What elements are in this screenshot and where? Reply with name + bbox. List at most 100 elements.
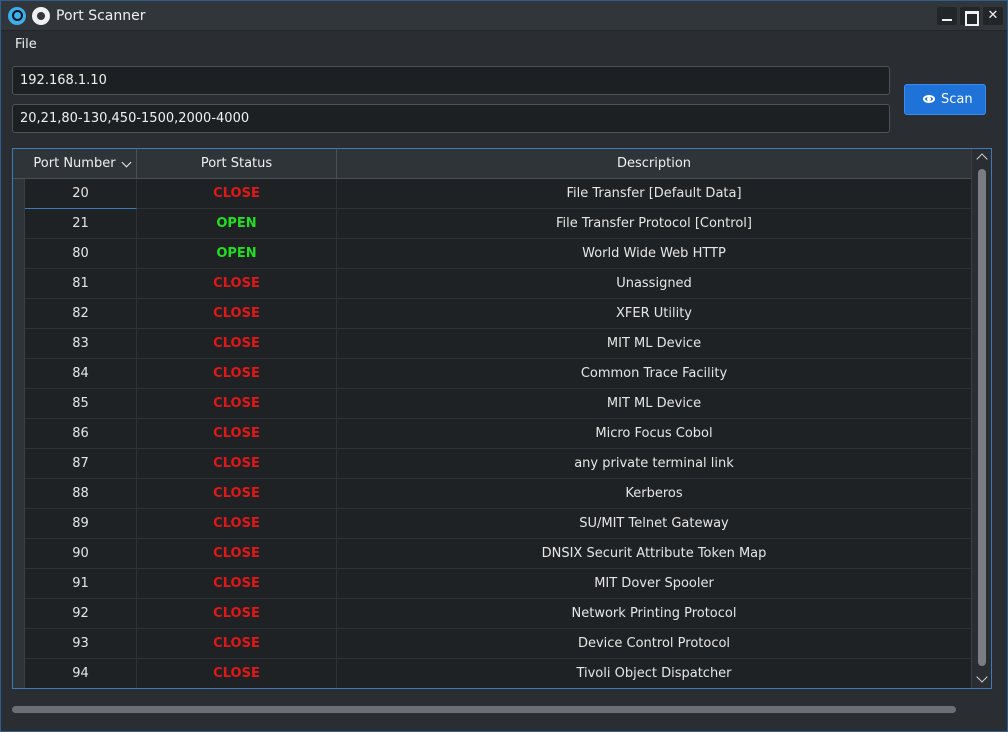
cell-port-number: 92 <box>25 599 137 629</box>
table-row[interactable]: 93 CLOSE Device Control Protocol <box>13 629 971 659</box>
eye-icon <box>923 95 935 103</box>
cell-description: any private terminal link <box>574 456 734 471</box>
scroll-up-arrow-icon[interactable] <box>976 153 988 165</box>
sort-chevron-down-icon <box>121 157 132 168</box>
maximize-button[interactable] <box>960 7 980 26</box>
scan-button-label: Scan <box>941 92 973 107</box>
row-header[interactable] <box>13 269 25 299</box>
cell-port-status: CLOSE <box>137 419 337 449</box>
scan-button[interactable]: Scan <box>904 84 986 115</box>
cell-description: File Transfer [Default Data] <box>566 186 742 201</box>
table-row[interactable]: 91 CLOSE MIT Dover Spooler <box>13 569 971 599</box>
table-row[interactable]: 84 CLOSE Common Trace Facility <box>13 359 971 389</box>
row-header[interactable] <box>13 479 25 509</box>
pin-icon[interactable] <box>32 7 50 25</box>
row-header[interactable] <box>13 179 25 209</box>
table-row[interactable]: 83 CLOSE MIT ML Device <box>13 329 971 359</box>
cell-port-number: 89 <box>25 509 137 539</box>
cell-description: Micro Focus Cobol <box>595 426 713 441</box>
cell-port-status: CLOSE <box>137 659 337 688</box>
row-header[interactable] <box>13 599 25 629</box>
table-row[interactable]: 21 OPEN File Transfer Protocol [Control] <box>13 209 971 239</box>
row-header[interactable] <box>13 329 25 359</box>
row-header[interactable] <box>13 569 25 599</box>
menu-bar: File <box>1 32 1007 58</box>
cell-port-number: 94 <box>25 659 137 688</box>
table-row[interactable]: 87 CLOSE any private terminal link <box>13 449 971 479</box>
cell-description: Network Printing Protocol <box>571 606 737 621</box>
cell-description: Kerberos <box>625 486 683 501</box>
table-row[interactable]: 90 CLOSE DNSIX Securit Attribute Token Map <box>13 539 971 569</box>
cell-port-status: CLOSE <box>137 329 337 359</box>
port-scanner-window: Port Scanner ✕ File 192.168.1.10 20,21,8… <box>0 0 1008 732</box>
ports-table[interactable]: Port Number Port Status Description 20 CL… <box>12 148 992 689</box>
row-header[interactable] <box>13 539 25 569</box>
vertical-scrollbar[interactable] <box>971 149 991 688</box>
scroll-down-arrow-icon[interactable] <box>976 671 988 683</box>
row-header[interactable] <box>13 299 25 329</box>
cell-description: Tivoli Object Dispatcher <box>576 666 732 681</box>
close-button[interactable]: ✕ <box>983 7 1003 25</box>
table-row[interactable]: 82 CLOSE XFER Utility <box>13 299 971 329</box>
cell-port-status: CLOSE <box>137 389 337 419</box>
vertical-scroll-thumb[interactable] <box>978 169 986 666</box>
cell-port-number: 88 <box>25 479 137 509</box>
cell-port-number: 84 <box>25 359 137 389</box>
row-header[interactable] <box>13 629 25 659</box>
cell-description: MIT ML Device <box>606 336 702 351</box>
cell-port-status: CLOSE <box>137 359 337 389</box>
row-header[interactable] <box>13 239 25 269</box>
ip-address-input[interactable]: 192.168.1.10 <box>12 66 890 95</box>
cell-port-status: CLOSE <box>137 179 337 209</box>
table-row[interactable]: 81 CLOSE Unassigned <box>13 269 971 299</box>
cell-description: Common Trace Facility <box>580 366 728 381</box>
row-header[interactable] <box>13 419 25 449</box>
cell-description: XFER Utility <box>615 306 692 321</box>
row-header[interactable] <box>13 359 25 389</box>
cell-port-number: 81 <box>25 269 137 299</box>
table-row[interactable]: 94 CLOSE Tivoli Object Dispatcher <box>13 659 971 688</box>
cell-description: MIT Dover Spooler <box>594 576 714 591</box>
cell-description: File Transfer Protocol [Control] <box>556 216 752 231</box>
row-header[interactable] <box>13 449 25 479</box>
header-description[interactable]: Description <box>337 149 971 179</box>
table-row[interactable]: 80 OPEN World Wide Web HTTP <box>13 239 971 269</box>
horizontal-scrollbar[interactable] <box>12 706 956 713</box>
row-header[interactable] <box>13 659 25 688</box>
cell-port-number: 93 <box>25 629 137 659</box>
table-row[interactable]: 20 CLOSE File Transfer [Default Data] <box>13 179 971 209</box>
cell-port-status: CLOSE <box>137 569 337 599</box>
cell-port-number: 83 <box>25 329 137 359</box>
header-port-number[interactable]: Port Number <box>13 149 137 179</box>
menu-file[interactable]: File <box>15 37 37 52</box>
cell-port-status: CLOSE <box>137 509 337 539</box>
port-range-input[interactable]: 20,21,80-130,450-1500,2000-4000 <box>12 104 890 133</box>
row-header[interactable] <box>13 209 25 239</box>
title-bar[interactable]: Port Scanner ✕ <box>1 1 1007 31</box>
row-header[interactable] <box>13 509 25 539</box>
app-search-icon[interactable] <box>8 7 26 25</box>
cell-port-status: OPEN <box>137 209 337 239</box>
table-row[interactable]: 86 CLOSE Micro Focus Cobol <box>13 419 971 449</box>
cell-port-status: CLOSE <box>137 599 337 629</box>
table-row[interactable]: 92 CLOSE Network Printing Protocol <box>13 599 971 629</box>
cell-port-number: 87 <box>25 449 137 479</box>
cell-port-number: 21 <box>25 209 137 239</box>
cell-port-status: CLOSE <box>137 269 337 299</box>
header-port-number-label: Port Number <box>33 156 116 171</box>
cell-port-number: 82 <box>25 299 137 329</box>
cell-description: DNSIX Securit Attribute Token Map <box>541 546 767 561</box>
table-row[interactable]: 85 CLOSE MIT ML Device <box>13 389 971 419</box>
cell-port-status: CLOSE <box>137 539 337 569</box>
minimize-button[interactable] <box>937 7 957 25</box>
cell-port-number: 91 <box>25 569 137 599</box>
cell-description: Device Control Protocol <box>577 636 731 651</box>
cell-port-number: 20 <box>25 179 137 209</box>
table-row[interactable]: 89 CLOSE SU/MIT Telnet Gateway <box>13 509 971 539</box>
row-header[interactable] <box>13 389 25 419</box>
cell-port-number: 80 <box>25 239 137 269</box>
cell-description: World Wide Web HTTP <box>582 246 726 261</box>
cell-port-status: CLOSE <box>137 449 337 479</box>
header-port-status[interactable]: Port Status <box>137 149 337 179</box>
table-row[interactable]: 88 CLOSE Kerberos <box>13 479 971 509</box>
